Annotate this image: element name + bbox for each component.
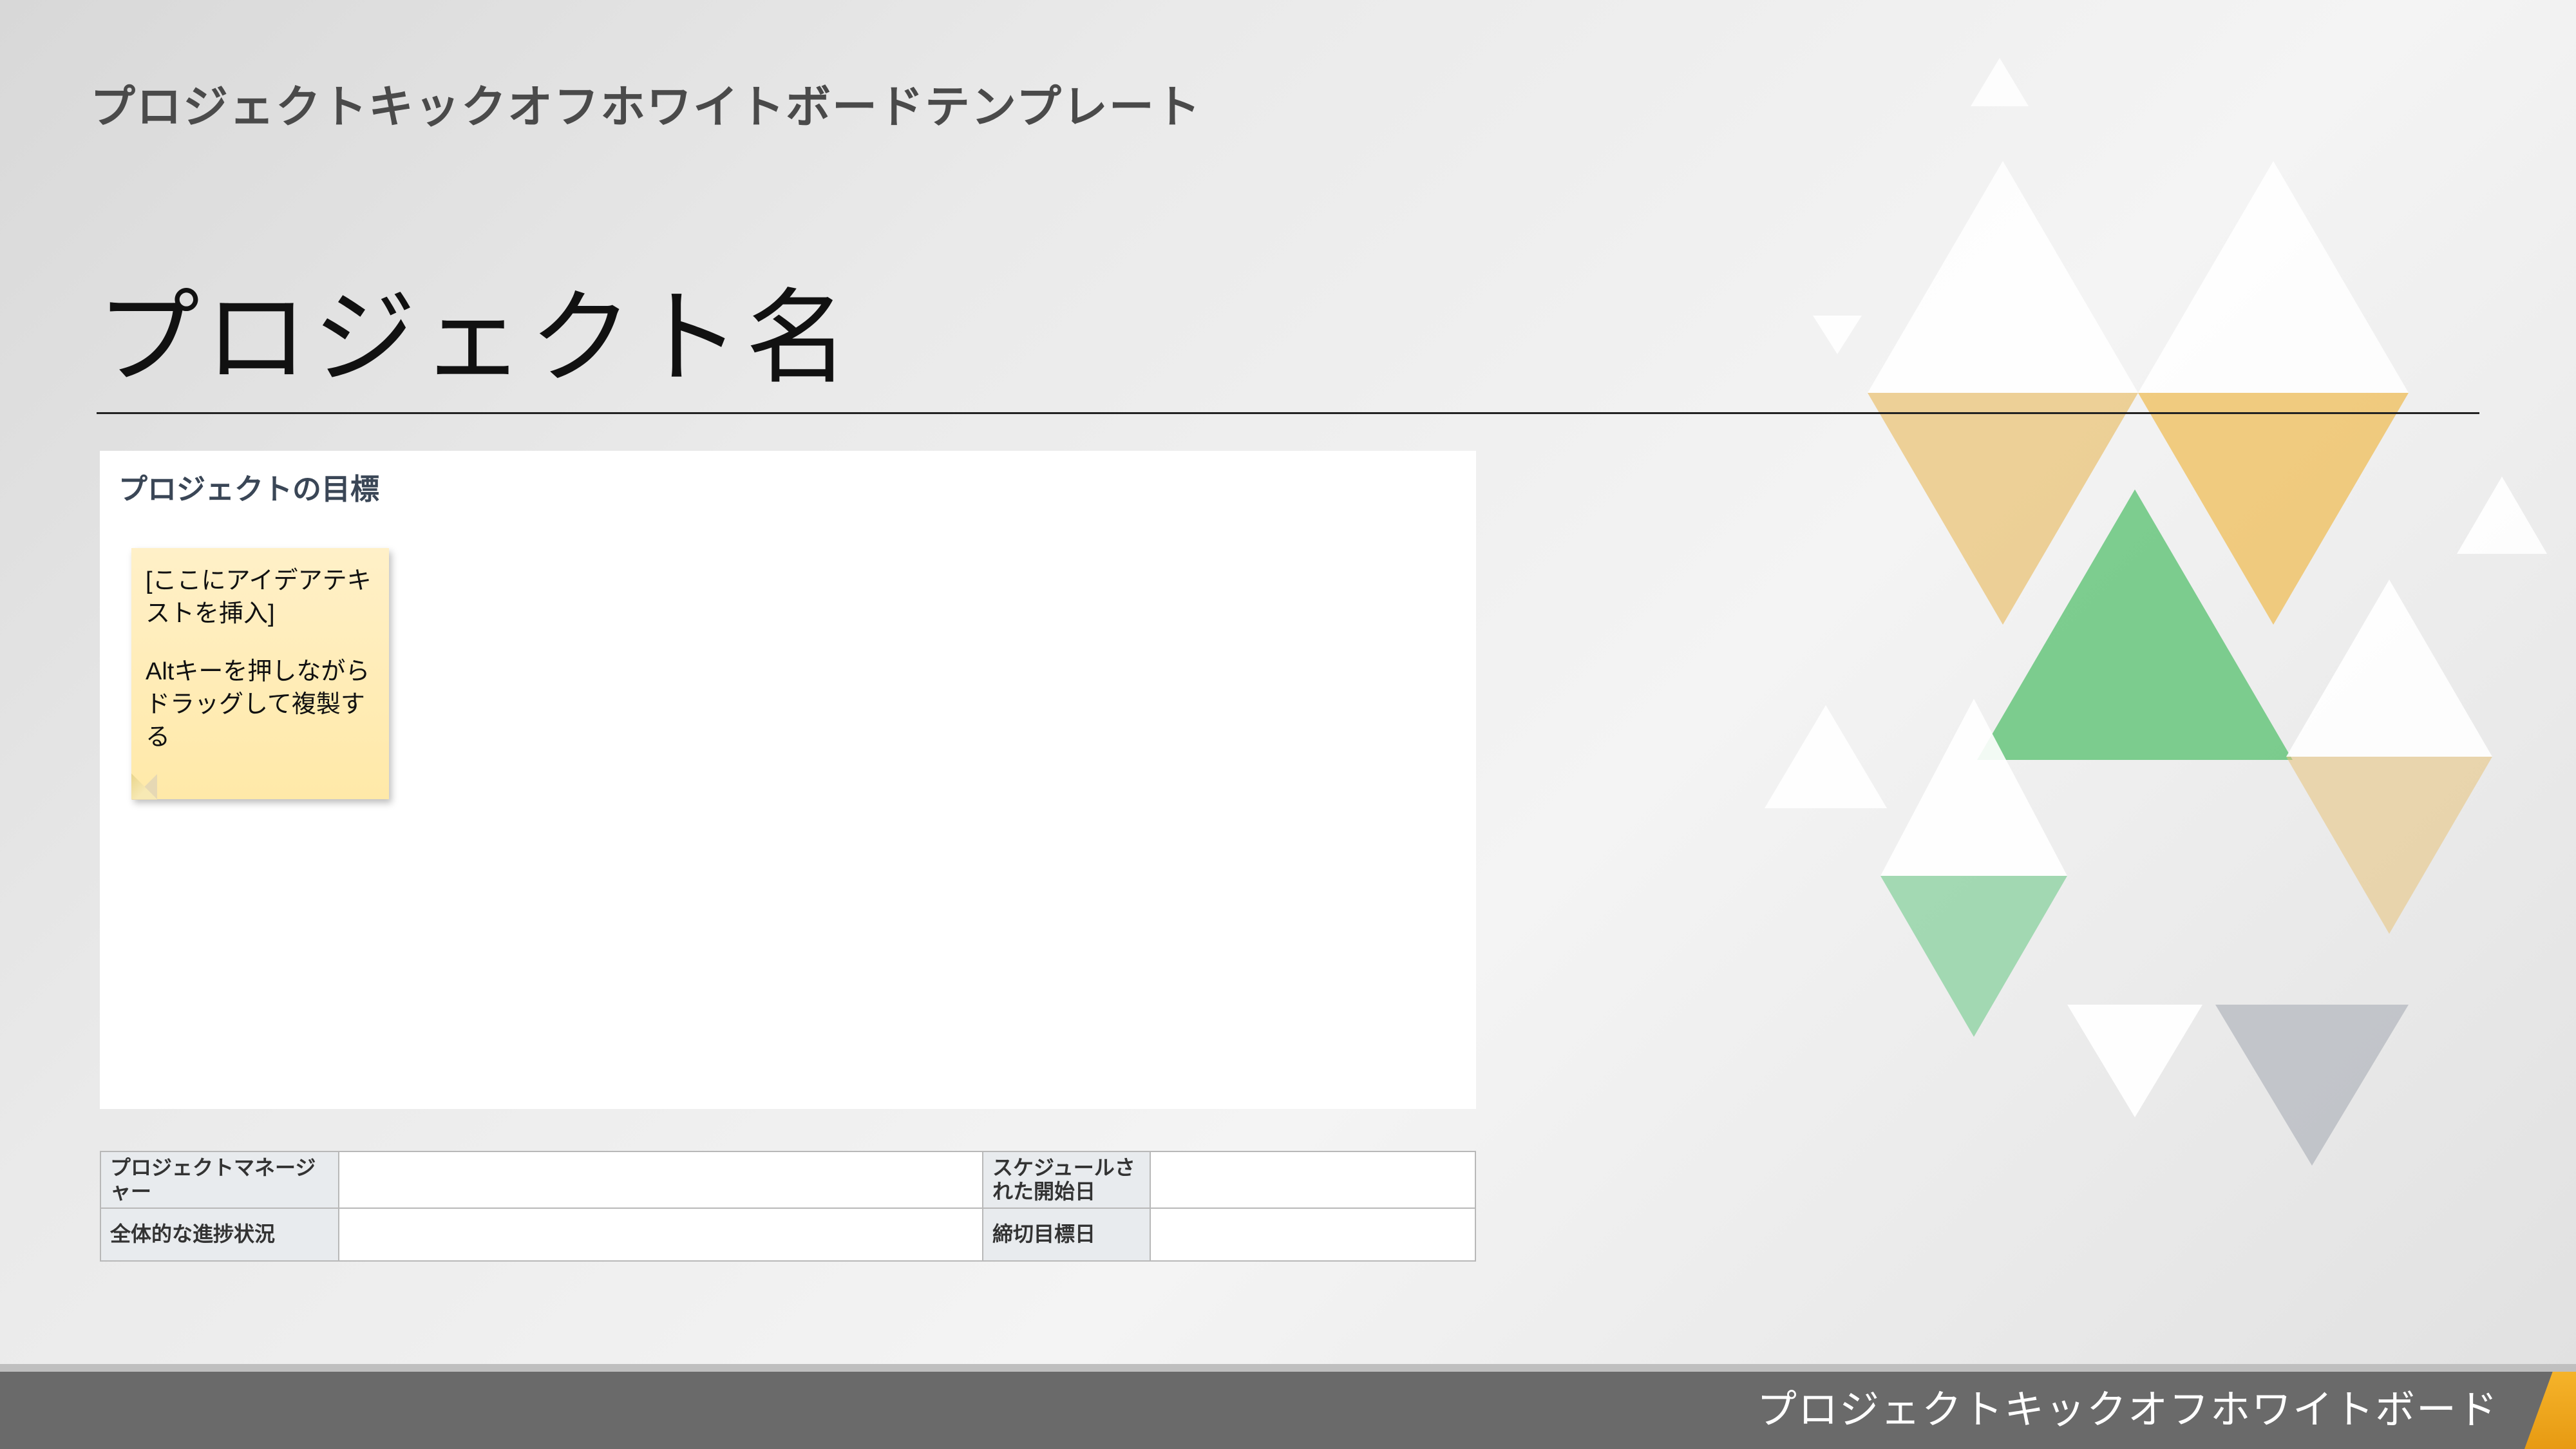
progress-value-cell[interactable] (339, 1208, 983, 1261)
triangle-icon (1880, 699, 2067, 876)
triangle-icon (2138, 393, 2409, 625)
triangle-icon (2457, 477, 2547, 554)
footer-text: プロジェクトキックオフホワイトボード (1757, 1377, 2499, 1435)
decorative-triangles (1417, 0, 2576, 1352)
sticky-note-line2: Altキーを押しながらドラッグして複製する (146, 656, 375, 755)
triangle-icon (2215, 1005, 2409, 1166)
goal-panel-title: プロジェクトの目標 (118, 466, 379, 507)
pm-label-cell: プロジェクトマネージャー (100, 1151, 339, 1208)
sticky-note[interactable]: [ここにアイデアテキストを挿入] Altキーを押しながらドラッグして複製する (131, 548, 389, 799)
triangle-icon (1765, 705, 1887, 808)
table-row: プロジェクトマネージャー スケジュールされた開始日 (100, 1151, 1475, 1208)
deadline-label-cell: 締切目標日 (983, 1208, 1150, 1261)
goal-panel[interactable]: プロジェクトの目標 [ここにアイデアテキストを挿入] Altキーを押しながらドラ… (100, 451, 1476, 1109)
triangle-icon (2138, 161, 2409, 393)
footer-accent-stripe (2524, 1372, 2576, 1449)
project-info-table: プロジェクトマネージャー スケジュールされた開始日 全体的な進捗状況 締切目標日 (100, 1151, 1476, 1262)
progress-label-cell: 全体的な進捗状況 (100, 1208, 339, 1261)
project-name-heading[interactable]: プロジェクト名 (97, 254, 854, 404)
triangle-icon (2286, 757, 2492, 934)
triangle-icon (1971, 58, 2029, 106)
footer-bar: プロジェクトキックオフホワイトボード (0, 1372, 2576, 1449)
triangle-icon (2286, 580, 2492, 757)
horizontal-rule (97, 412, 2479, 414)
pm-value-cell[interactable] (339, 1151, 983, 1208)
slide-canvas: プロジェクトキックオフホワイトボードテンプレート プロジェクト名 プロジェクトの… (0, 0, 2576, 1449)
triangle-icon (1868, 393, 2138, 625)
start-date-value-cell[interactable] (1150, 1151, 1475, 1208)
triangle-icon (2067, 1005, 2202, 1117)
triangle-icon (1880, 876, 2067, 1037)
start-date-label-cell: スケジュールされた開始日 (983, 1151, 1150, 1208)
sticky-note-line1: [ここにアイデアテキストを挿入] (146, 565, 375, 631)
deadline-value-cell[interactable] (1150, 1208, 1475, 1261)
triangle-icon (1868, 161, 2138, 393)
triangle-icon (1977, 489, 2293, 760)
triangle-icon (1813, 316, 1862, 354)
template-title: プロジェクトキックオフホワイトボードテンプレート (90, 71, 1202, 136)
table-row: 全体的な進捗状況 締切目標日 (100, 1208, 1475, 1261)
